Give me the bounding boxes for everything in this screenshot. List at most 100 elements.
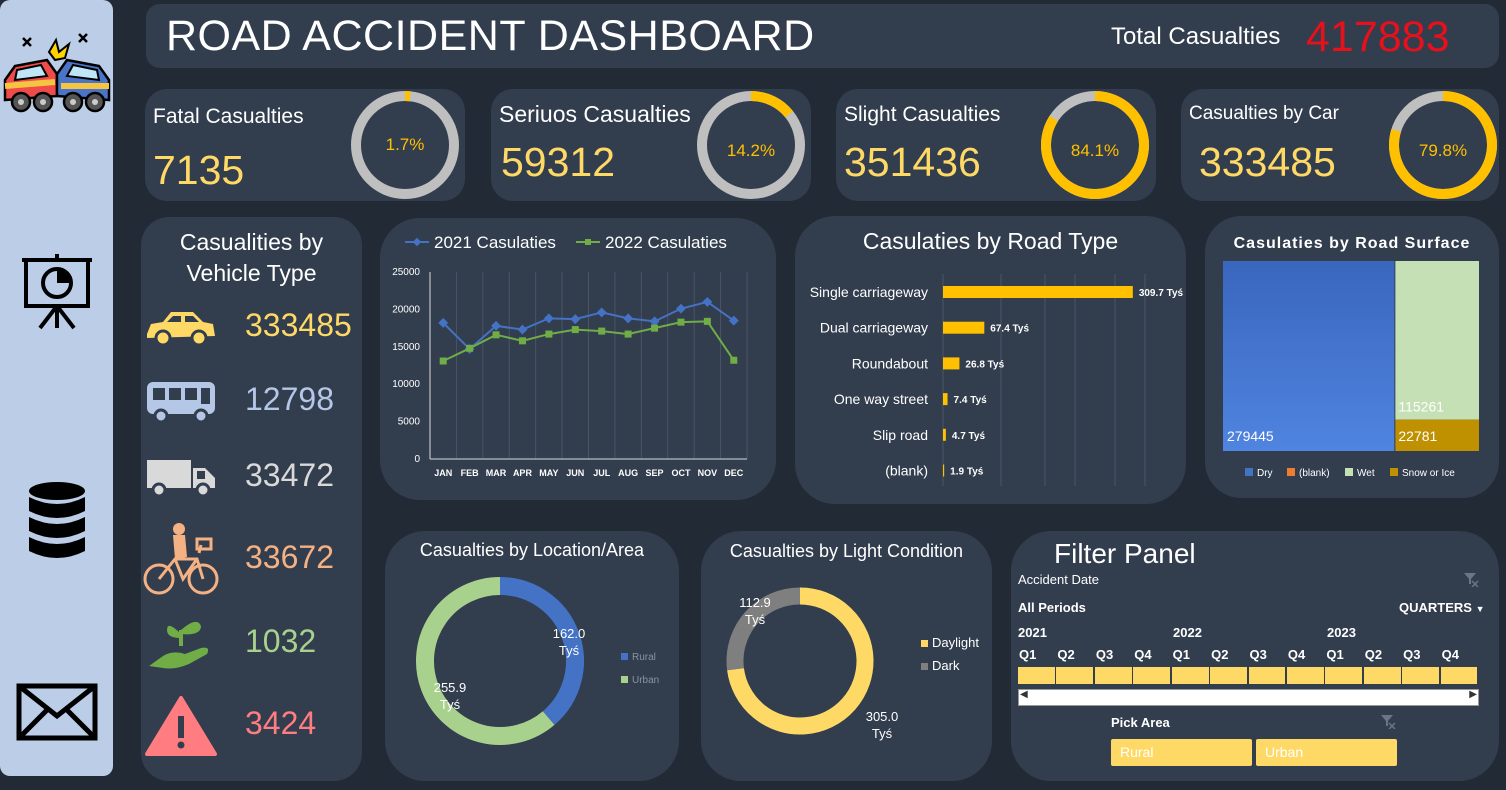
kpi-value: 351436 xyxy=(844,139,981,185)
bar xyxy=(943,393,948,406)
y-tick-label: 25000 xyxy=(392,267,420,278)
data-point xyxy=(571,326,579,334)
database-icon[interactable] xyxy=(0,478,113,564)
legend-marker xyxy=(412,237,422,247)
legend-label: Dark xyxy=(932,658,960,673)
data-point xyxy=(677,318,685,326)
vehicle-value: 33672 xyxy=(245,539,334,575)
y-tick-label: 15000 xyxy=(392,342,420,353)
quarter-timeline-cell[interactable] xyxy=(1440,667,1478,684)
data-label: 279445 xyxy=(1227,428,1274,444)
bus-icon xyxy=(143,367,219,437)
kpi-card-slight: Slight Casualties 351436 84.1% xyxy=(836,89,1156,201)
x-tick-label: FEB xyxy=(461,468,480,478)
data-label: 67.4 Tyś xyxy=(990,324,1029,335)
vehicle-type-panel: Casualities by Vehicle Type 333485 12798… xyxy=(141,217,362,781)
time-level-dropdown[interactable]: QUARTERS ▼ xyxy=(1399,600,1485,615)
data-point xyxy=(518,337,526,345)
total-casualties-label: Total Casualties xyxy=(1111,23,1281,50)
quarter-timeline-cell[interactable] xyxy=(1286,667,1324,684)
clear-area-filter-icon[interactable] xyxy=(1380,713,1396,729)
road-type-panel: Casulaties by Road Type Single carriagew… xyxy=(795,216,1186,504)
car-icon xyxy=(143,293,219,363)
legend-label: Snow or Ice xyxy=(1402,468,1455,479)
data-point xyxy=(624,330,632,338)
quarter-timeline-cell[interactable] xyxy=(1402,667,1440,684)
x-tick-label: DEC xyxy=(724,468,744,478)
car-crash-icon[interactable] xyxy=(0,28,113,118)
legend-label: Daylight xyxy=(932,635,979,650)
vehicle-type-title-line1: Casualities by xyxy=(179,229,324,255)
time-level-label: QUARTERS xyxy=(1399,600,1472,615)
quarter-timeline-cell[interactable] xyxy=(1171,667,1209,684)
year-label: 2021 xyxy=(1018,625,1047,640)
data-label: Tyś xyxy=(559,643,580,658)
quarter-timeline-cell[interactable] xyxy=(1363,667,1401,684)
x-tick-label: MAY xyxy=(539,468,558,478)
quarter-timeline-cell[interactable] xyxy=(1325,667,1363,684)
data-label: 112.9 xyxy=(739,595,771,610)
kpi-label: Seriuos Casualties xyxy=(499,101,691,127)
quarter-timeline-cell[interactable] xyxy=(1056,667,1094,684)
data-point xyxy=(703,317,711,325)
data-label: Tyś xyxy=(872,726,893,741)
data-label: 26.8 Tyś xyxy=(965,359,1004,370)
monthly-casualties-panel: JAN FEB MAR APR MAY JUN JUL AUG SEP OCT NOV DEC 0 500… xyxy=(380,218,776,500)
vehicle-value: 333485 xyxy=(245,307,352,343)
kpi-label: Fatal Casualties xyxy=(153,105,304,128)
data-label: 162.0 xyxy=(553,626,586,641)
legend-label: 2022 Casulaties xyxy=(605,233,727,252)
vehicle-row-truck: 33472 xyxy=(141,443,362,513)
quarter-label: Q3 xyxy=(1249,647,1267,662)
clear-filter-icon[interactable] xyxy=(1463,571,1479,587)
mail-icon[interactable] xyxy=(0,678,113,746)
legend-marker xyxy=(585,239,591,245)
kpi-ring-label: 1.7% xyxy=(386,135,425,154)
data-label: 1.9 Tyś xyxy=(950,467,984,478)
vehicle-row-plant: 1032 xyxy=(141,609,362,679)
quarter-timeline-cell[interactable] xyxy=(1133,667,1171,684)
quarter-label: Q4 xyxy=(1287,647,1306,662)
donut-slice xyxy=(416,577,555,745)
filter-panel-title: Filter Panel xyxy=(1054,538,1196,569)
data-point xyxy=(596,307,607,318)
bar xyxy=(943,428,946,441)
quarter-label: Q1 xyxy=(1326,647,1344,662)
legend-marker xyxy=(1390,468,1398,476)
timeline-scrollbar[interactable]: ◀ ▶ xyxy=(1018,689,1479,706)
quarter-timeline-cell[interactable] xyxy=(1094,667,1132,684)
x-tick-label: NOV xyxy=(698,468,718,478)
vehicle-type-title-line2: Vehicle Type xyxy=(186,260,317,286)
data-label: 7.4 Tyś xyxy=(954,395,988,406)
quarter-timeline-cell[interactable] xyxy=(1018,667,1055,684)
kpi-ring-label: 14.2% xyxy=(727,141,775,160)
kpi-label: Casualties by Car xyxy=(1189,103,1339,124)
warning-icon xyxy=(143,691,219,761)
kpi-ring-chart: 14.2% xyxy=(697,91,805,199)
scroll-left-icon[interactable]: ◀ xyxy=(1020,689,1028,700)
total-casualties-value: 417883 xyxy=(1306,13,1450,61)
quarter-timeline-cell[interactable] xyxy=(1210,667,1247,684)
scroll-right-icon[interactable]: ▶ xyxy=(1469,689,1477,700)
data-point xyxy=(492,331,500,339)
x-tick-label: OCT xyxy=(671,468,691,478)
area-button-rural[interactable]: Rural xyxy=(1111,739,1252,766)
data-point xyxy=(543,313,554,324)
road-surface-panel: Casulaties by Road Surface 279445 115261 2… xyxy=(1205,216,1499,498)
location-panel: Casualties by Location/Area 162.0 Tyś Rura… xyxy=(385,531,679,781)
quarter-label: Q1 xyxy=(1019,647,1037,662)
plant-hand-icon xyxy=(143,609,219,679)
vehicle-value: 3424 xyxy=(245,705,317,741)
surface-block-wet xyxy=(1395,261,1479,420)
data-label: Tyś xyxy=(440,697,461,712)
quarter-timeline-cell[interactable] xyxy=(1248,667,1286,684)
quarter-label: Q4 xyxy=(1441,647,1459,662)
kpi-ring-label: 79.8% xyxy=(1419,141,1467,160)
area-button-urban[interactable]: Urban xyxy=(1256,739,1397,766)
data-point xyxy=(730,356,738,364)
data-point xyxy=(598,327,606,335)
x-tick-label: APR xyxy=(513,468,533,478)
vehicle-row-bicycle: 33672 xyxy=(141,523,362,595)
y-tick-label: 5000 xyxy=(398,417,421,428)
presentation-chart-icon[interactable] xyxy=(0,250,113,332)
